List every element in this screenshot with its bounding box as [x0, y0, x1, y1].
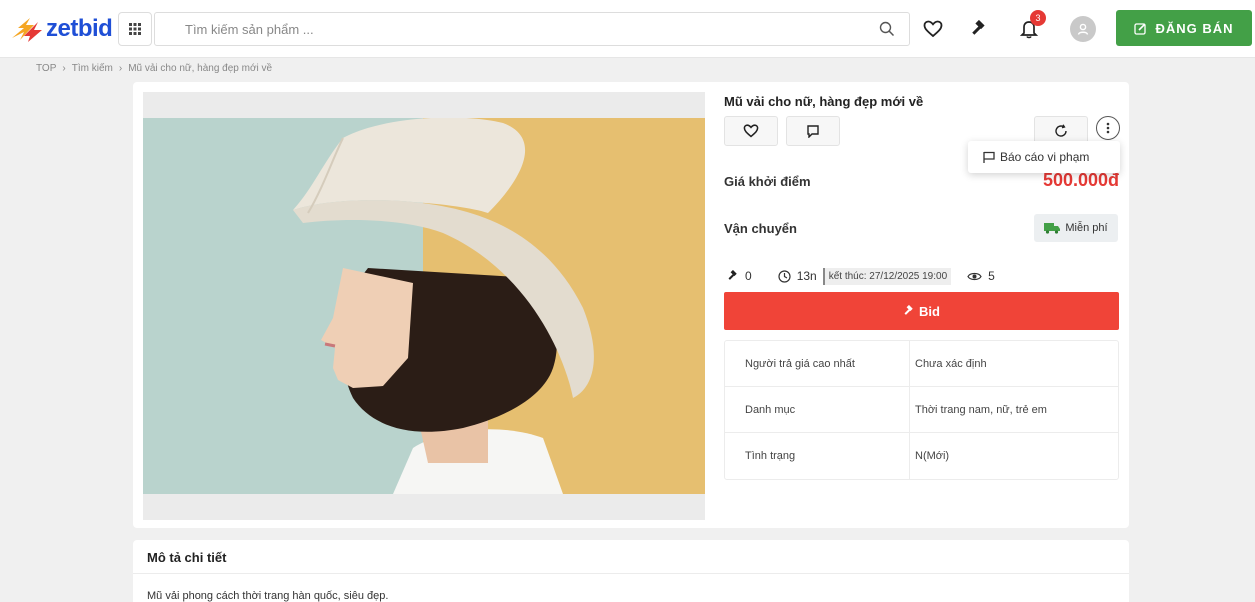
bid-count: 0 — [727, 269, 752, 283]
shipping-badge: Miễn phí — [1034, 214, 1118, 242]
grid-icon — [129, 23, 141, 35]
comment-icon — [807, 125, 819, 138]
flag-icon — [983, 151, 995, 163]
product-image[interactable] — [143, 118, 705, 494]
favorite-button[interactable] — [724, 116, 778, 146]
time-left-value: 13n — [796, 269, 817, 283]
refresh-icon — [1055, 124, 1067, 137]
sell-button-label: ĐĂNG BÁN — [1155, 20, 1234, 36]
bid-button[interactable]: Bid — [724, 292, 1119, 330]
gavel-icon[interactable] — [964, 14, 994, 44]
shipping-value: Miễn phí — [1065, 222, 1108, 234]
sell-button[interactable]: ĐĂNG BÁN — [1116, 10, 1252, 46]
product-image-frame — [143, 92, 705, 520]
shipping-label: Vận chuyển — [724, 221, 797, 236]
breadcrumb-top[interactable]: TOP — [36, 63, 56, 74]
truck-icon — [1044, 223, 1061, 234]
bid-count-value: 0 — [745, 269, 752, 283]
table-row: Danh mục Thời trang nam, nữ, trẻ em — [725, 387, 1118, 433]
product-title: Mũ vải cho nữ, hàng đẹp mới về — [724, 94, 924, 109]
heart-icon — [743, 124, 759, 138]
more-vertical-icon — [1106, 122, 1110, 134]
comment-button[interactable] — [786, 116, 840, 146]
end-time: kết thúc: 27/12/2025 19:00 — [822, 267, 952, 285]
search-input[interactable] — [155, 13, 855, 45]
search-box — [154, 12, 910, 46]
price-label: Giá khởi điểm — [724, 174, 811, 189]
category-menu-button[interactable] — [118, 12, 152, 46]
notification-count-badge: 3 — [1030, 10, 1046, 26]
info-value: Chưa xác định — [915, 357, 987, 370]
more-options-button[interactable] — [1096, 116, 1120, 140]
chevron-right-icon: › — [62, 63, 66, 74]
edit-icon — [1134, 22, 1147, 35]
top-header: zetbid 3 ĐĂNG BÁN — [0, 0, 1255, 58]
logo-mark-icon — [10, 14, 44, 44]
divider — [133, 573, 1129, 574]
gavel-icon — [728, 270, 737, 280]
view-count-value: 5 — [988, 269, 995, 283]
user-avatar-icon[interactable] — [1070, 16, 1096, 42]
auction-stats: 0 13n kết thúc: 27/12/2025 19:00 5 — [727, 265, 995, 287]
logo[interactable]: zetbid — [10, 12, 113, 46]
time-left: 13n — [778, 269, 817, 283]
report-menu-label: Báo cáo vi phạm — [1000, 150, 1090, 164]
gavel-icon — [904, 305, 913, 315]
table-row: Tình trạng N(Mới) — [725, 433, 1118, 479]
clock-icon — [778, 269, 791, 283]
breadcrumb-current: Mũ vải cho nữ, hàng đẹp mới về — [128, 63, 273, 74]
view-count: 5 — [967, 269, 995, 283]
product-info-table: Người trả giá cao nhất Chưa xác định Dan… — [724, 340, 1119, 480]
info-value: N(Mới) — [915, 450, 950, 462]
description-card: Mô tả chi tiết Mũ vải phong cách thời tr… — [133, 540, 1129, 602]
info-key: Người trả giá cao nhất — [725, 341, 910, 386]
logo-text: zetbid — [46, 15, 113, 42]
eye-icon — [967, 272, 982, 280]
favorites-heart-icon[interactable] — [918, 14, 948, 44]
price-value: 500.000đ — [1042, 170, 1119, 190]
info-value: Thời trang nam, nữ, trẻ em — [915, 403, 1047, 416]
product-card: Mũ vải cho nữ, hàng đẹp mới về Báo cáo v… — [133, 82, 1129, 528]
description-heading: Mô tả chi tiết — [147, 550, 227, 565]
breadcrumb: TOP › Tìm kiếm › Mũ vải cho nữ, hàng đẹp… — [36, 63, 272, 74]
bid-button-label: Bid — [919, 303, 940, 319]
report-menu-item[interactable]: Báo cáo vi phạm — [968, 141, 1120, 173]
info-key: Danh mục — [725, 387, 910, 432]
search-icon[interactable] — [879, 21, 895, 42]
chevron-right-icon: › — [118, 63, 123, 74]
description-text: Mũ vải phong cách thời trang hàn quốc, s… — [147, 590, 389, 602]
table-row: Người trả giá cao nhất Chưa xác định — [725, 341, 1118, 387]
info-key: Tình trạng — [725, 433, 910, 479]
notification-bell-icon[interactable]: 3 — [1014, 10, 1046, 44]
breadcrumb-search[interactable]: Tìm kiếm — [72, 63, 113, 74]
